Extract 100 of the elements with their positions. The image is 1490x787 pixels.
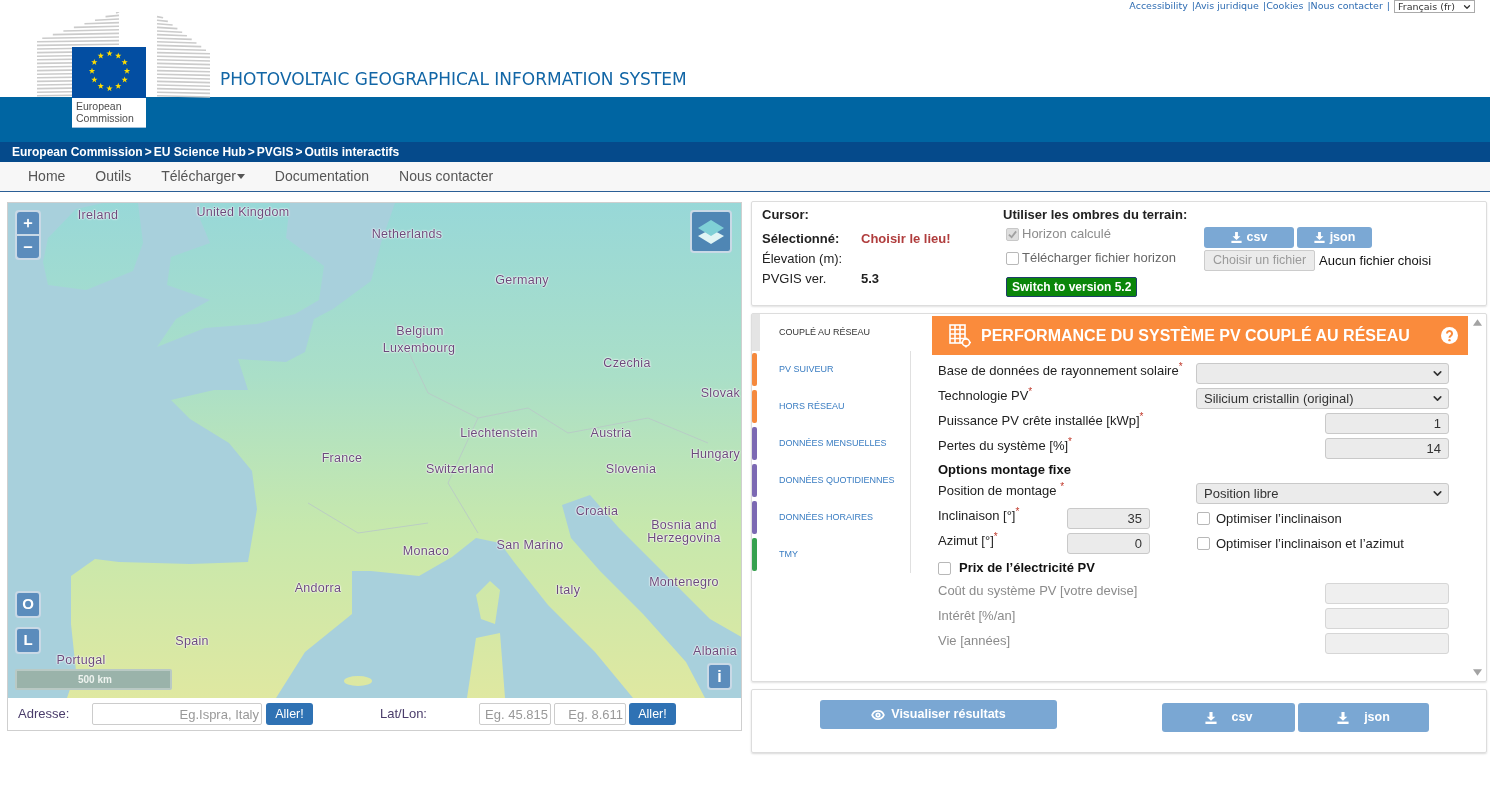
site-title: PHOTOVOLTAIC GEOGRAPHICAL INFORMATION SYSTEM	[220, 69, 687, 89]
caret-icon	[236, 174, 245, 179]
panel-title: PERFORMANCE DU SYSTÈME PV COUPLÉ AU RÉSEAU	[981, 325, 1411, 346]
field-label: Azimut [°]$^{*}$	[938, 530, 999, 550]
checkmark-icon	[1008, 229, 1017, 239]
checkbox[interactable]	[1197, 512, 1210, 525]
nav-link[interactable]: Documentation	[259, 166, 385, 187]
link-separator: |	[1385, 0, 1390, 11]
checkbox[interactable]	[1197, 537, 1210, 550]
number-field[interactable]: 14	[1325, 438, 1449, 459]
breadcrumb-link[interactable]: Outils interactifs	[304, 143, 400, 161]
latlon-label: Lat/Lon:	[380, 705, 428, 724]
zoom-in-button[interactable]	[17, 212, 39, 234]
breadcrumb-separator: >	[143, 144, 153, 161]
language-select[interactable]: Français (fr)	[1394, 0, 1475, 13]
switch-version-button[interactable]: Switch to version 5.2	[1006, 277, 1138, 297]
country-label: Bosnia and Herzegovina	[646, 519, 722, 545]
country-label: Spain	[175, 633, 209, 649]
field-label: Technologie PV$^{*}$	[938, 385, 1034, 405]
breadcrumb-link[interactable]: European Commission	[12, 143, 143, 161]
country-label: Slovenia	[605, 461, 657, 477]
section-heading: Options montage fixe	[938, 461, 1071, 480]
number-field[interactable]: 1	[1325, 413, 1449, 434]
eye-icon	[871, 707, 886, 722]
country-label: Hungary	[690, 446, 740, 462]
checkbox[interactable]	[1006, 251, 1019, 265]
checkbox-label: Horizon calculé	[1022, 225, 1111, 244]
map-view-button[interactable]: O	[15, 591, 41, 618]
link-separator: |	[1261, 0, 1267, 11]
download-icon	[1313, 232, 1325, 243]
tab[interactable]: DONNÉES HORAIRES	[752, 499, 911, 536]
checkbox-label: Optimiser l’inclinaison et l’azimut	[1216, 534, 1404, 553]
top-link[interactable]: Avis juridique	[1195, 0, 1259, 11]
layers-icon	[696, 218, 726, 245]
field-label: Inclinaison [°]$^{*}$	[938, 505, 1021, 525]
country-label: Albania	[693, 643, 737, 659]
country-label: Austria	[590, 425, 632, 441]
map-view-button[interactable]: L	[15, 627, 41, 654]
tab[interactable]: DONNÉES QUOTIDIENNES	[752, 462, 911, 499]
info-label: Élevation (m):	[762, 250, 844, 269]
select-field[interactable]	[1196, 363, 1449, 384]
field-label: Base de données de rayonnement solaire$^{*}$	[938, 360, 1184, 380]
go-button[interactable]: Aller!	[266, 703, 313, 725]
country-label: Croatia	[575, 503, 619, 519]
link-separator: |	[1190, 0, 1195, 11]
breadcrumb-separator: >	[294, 144, 304, 161]
tab[interactable]: PV SUIVEUR	[752, 351, 911, 388]
nav-link[interactable]: Télécharger	[146, 166, 260, 187]
plus-icon	[22, 217, 34, 229]
info-label: PVGIS ver.	[762, 270, 828, 289]
nav-link[interactable]: Home	[13, 166, 81, 187]
checkbox[interactable]	[938, 562, 951, 575]
help-icon[interactable]	[1441, 327, 1458, 344]
info-value: 5.3	[861, 270, 880, 289]
country-label: Italy	[555, 582, 581, 598]
nav-link[interactable]: Outils	[80, 166, 147, 187]
country-label: Netherlands	[371, 226, 443, 242]
breadcrumb-link[interactable]: PVGIS	[256, 143, 294, 161]
address-field[interactable]: Eg.Ispra, Italy	[92, 703, 262, 725]
field-label: Position de montage $^{*}$	[938, 480, 1066, 500]
solar-panel-icon	[949, 323, 971, 348]
country-label: Andorra	[294, 580, 342, 596]
select-field[interactable]: Silicium cristallin (original)	[1196, 388, 1449, 409]
country-label: Ireland	[77, 207, 119, 223]
checkbox-label: Optimiser l’inclinaison	[1216, 509, 1342, 528]
location-prompt: Choisir le lieu!	[861, 230, 951, 249]
scale-bar: 500 km	[15, 669, 172, 690]
country-label: Slovak	[700, 385, 740, 401]
tab[interactable]: HORS RÉSEAU	[752, 388, 911, 425]
tab[interactable]: DONNÉES MENSUELLES	[752, 425, 911, 462]
breadcrumb-separator: >	[246, 144, 256, 161]
tab[interactable]: TMY	[752, 536, 911, 573]
coordinate-field[interactable]: Eg. 45.815	[479, 703, 551, 725]
coordinate-field[interactable]: Eg. 8.611	[554, 703, 626, 725]
field-label: Pertes du système [%]$^{*}$	[938, 435, 1073, 455]
top-link[interactable]: Accessibility	[1129, 0, 1188, 11]
info-label: Sélectionné:	[762, 230, 841, 249]
breadcrumb-link[interactable]: EU Science Hub	[153, 143, 246, 161]
country-label: Montenegro	[649, 574, 719, 590]
country-label: France	[321, 450, 363, 466]
country-label: United Kingdom	[196, 204, 290, 220]
logo-caption: European Commission	[72, 98, 146, 128]
download-icon	[1230, 232, 1242, 243]
scroll-down-icon[interactable]	[1472, 669, 1482, 676]
field-label: Vie [années]	[938, 631, 1012, 650]
field-label: Coût du système PV [votre devise]	[938, 581, 1139, 600]
scroll-up-icon[interactable]	[1472, 319, 1482, 326]
country-label: Germany	[495, 272, 549, 288]
tab[interactable]: COUPLÉ AU RÉSEAU	[752, 314, 911, 351]
top-link[interactable]: Cookies	[1266, 0, 1304, 11]
layers-button[interactable]	[690, 210, 732, 253]
address-label: Adresse:	[18, 705, 71, 724]
select-field[interactable]: Position libre	[1196, 483, 1449, 504]
go-button[interactable]: Aller!	[629, 703, 676, 725]
number-field[interactable]: 35	[1067, 508, 1150, 529]
nav-link[interactable]: Nous contacter	[384, 166, 509, 187]
zoom-out-button[interactable]	[17, 236, 39, 258]
cursor-label: Cursor:	[762, 206, 810, 223]
number-field[interactable]: 0	[1067, 533, 1150, 554]
info-button[interactable]: i	[707, 663, 732, 690]
